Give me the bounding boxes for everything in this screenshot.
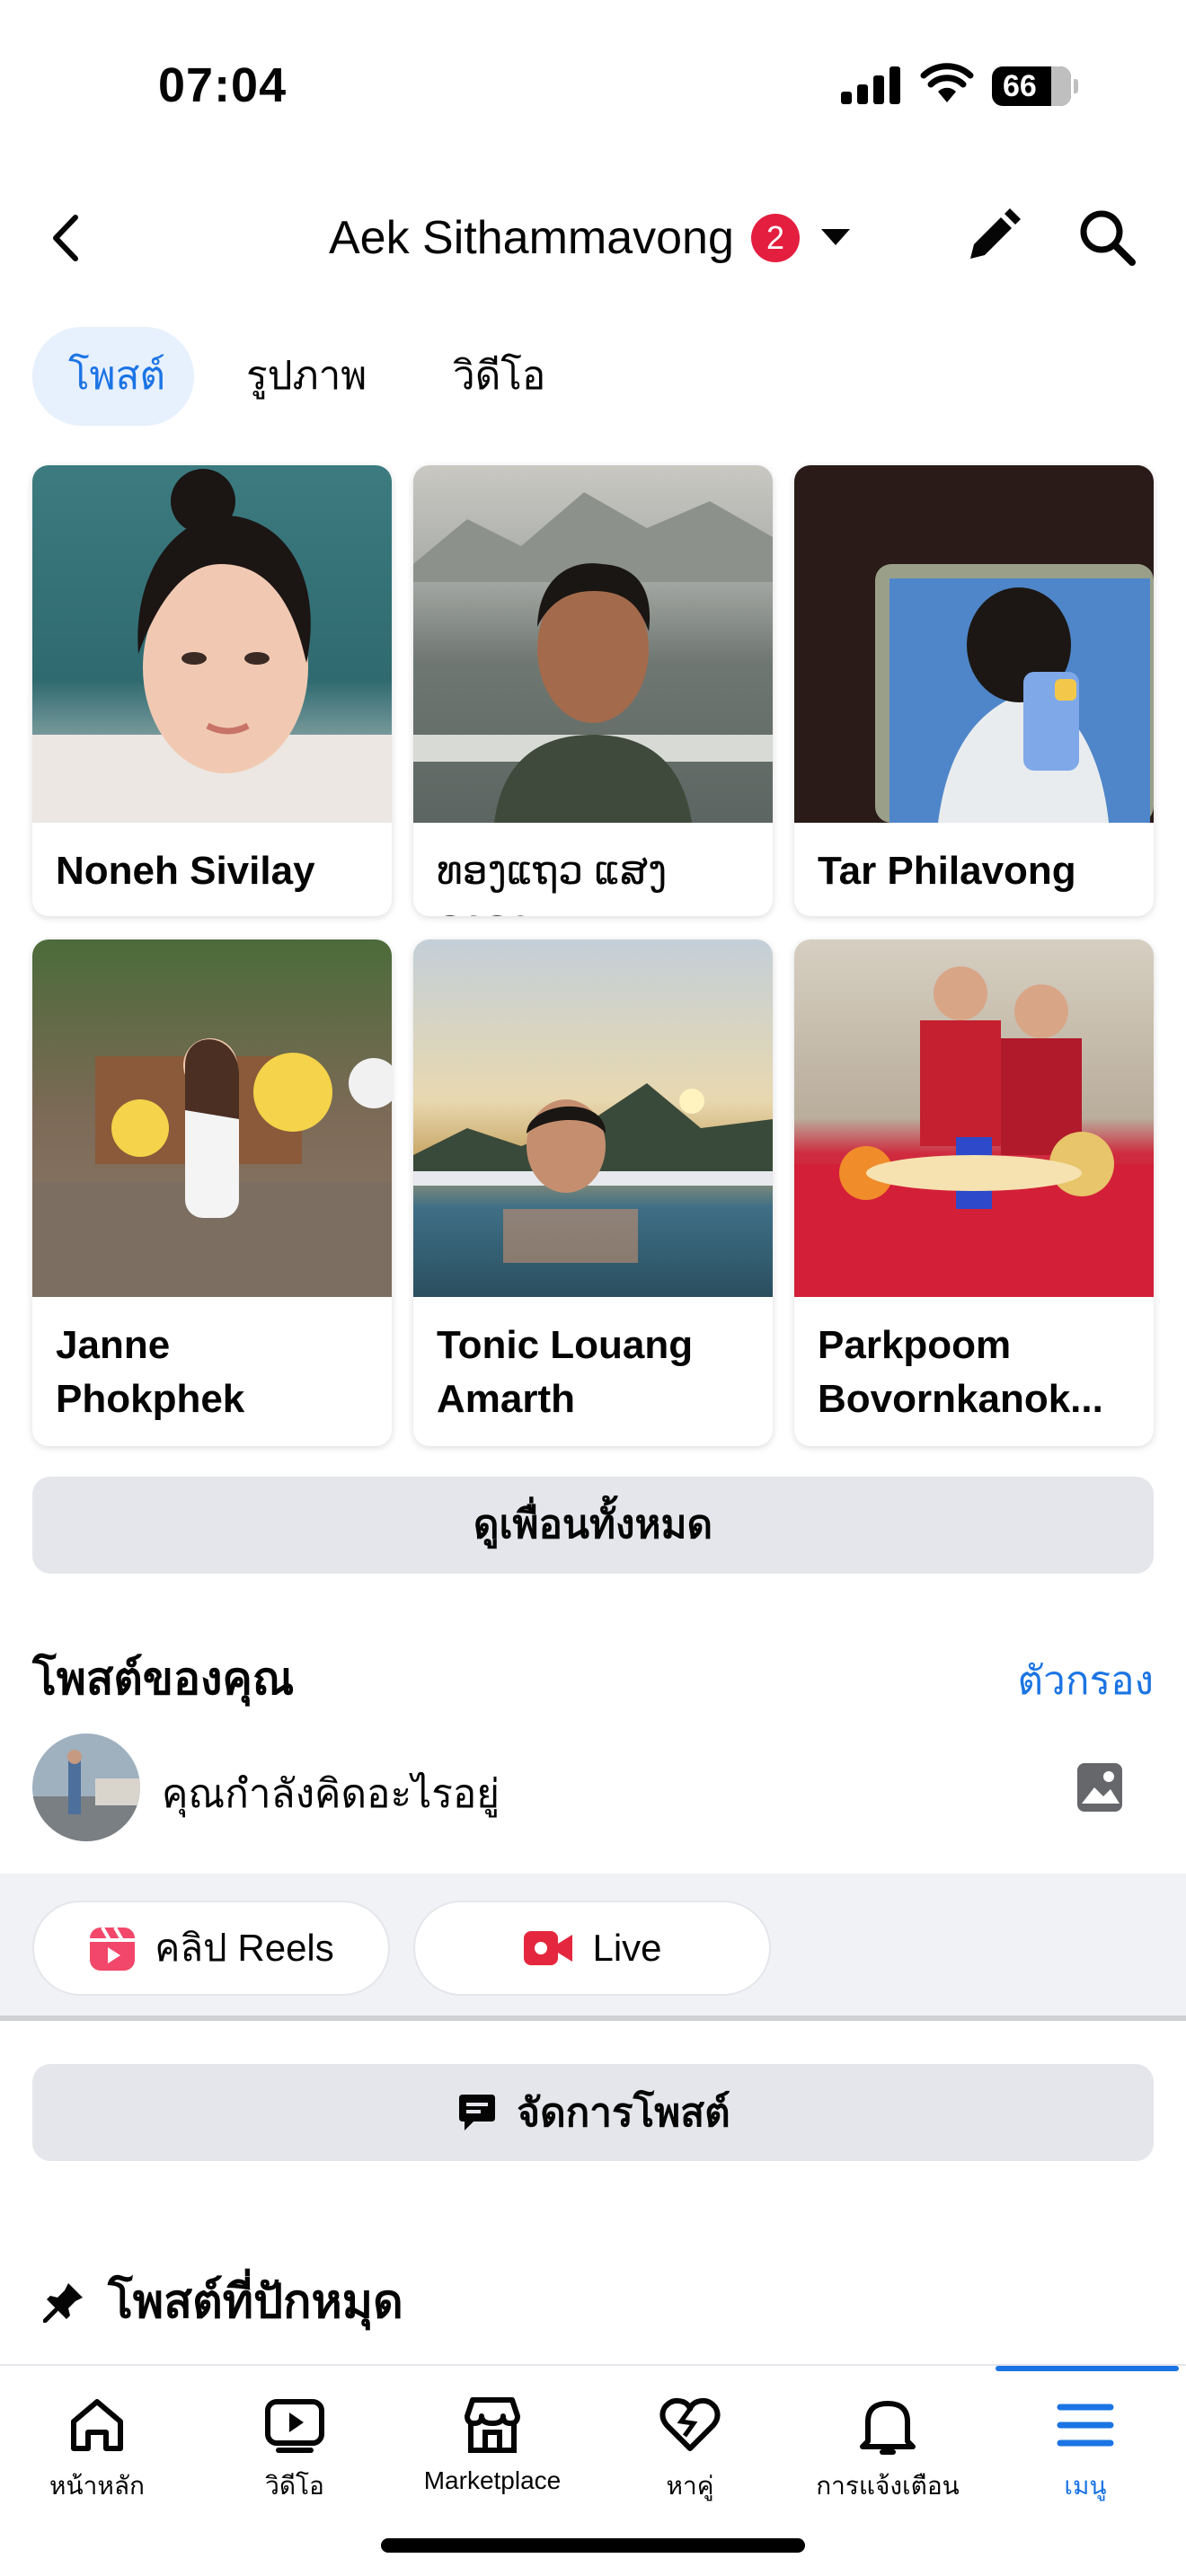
portrait-illustration <box>32 1038 392 1297</box>
nav-video[interactable]: วิดีโอ <box>205 2393 385 2506</box>
active-tab-indicator <box>996 2366 1179 2371</box>
friend-card[interactable]: Janne Phokphek <box>32 940 392 1446</box>
friend-photo <box>413 465 773 823</box>
reels-icon <box>90 1927 136 1971</box>
your-posts-heading: โพสต์ของคุณ <box>32 1654 295 1704</box>
cellular-signal-icon <box>841 65 900 104</box>
pinned-posts-label: โพสต์ที่ปักหมุด <box>108 2276 403 2328</box>
nav-label: Marketplace <box>423 2466 562 2494</box>
nav-label: หาคู่ <box>666 2472 714 2500</box>
profile-name-title[interactable]: Aek Sithammavong <box>329 207 734 269</box>
pencil-icon[interactable] <box>960 205 1024 269</box>
chat-bubble-icon <box>459 2095 496 2130</box>
portrait-illustration <box>794 966 1154 1297</box>
friend-name: Parkpoom Bovornkanok... <box>818 1323 1103 1421</box>
friend-card[interactable]: Tonic Louang Amarth <box>413 940 773 1446</box>
home-indicator[interactable] <box>381 2538 805 2553</box>
friend-photo <box>794 465 1154 823</box>
avatar[interactable] <box>32 1734 140 1841</box>
friend-card[interactable]: ທອງແຖວ ແສງດາລາ <box>413 465 773 916</box>
post-composer-input[interactable]: คุณกำลังคิดอะไรอยู่ <box>162 1762 500 1825</box>
profile-header: Aek Sithammavong 2 <box>0 180 1186 296</box>
dating-icon <box>659 2397 721 2451</box>
reels-label: คลิป Reels <box>155 1927 334 1969</box>
nav-marketplace[interactable]: Marketplace <box>403 2393 582 2495</box>
manage-posts-button[interactable]: จัดการโพสต์ <box>32 2064 1154 2161</box>
menu-icon <box>1057 2404 1114 2447</box>
pinned-posts-heading: โพสต์ที่ปักหมุด <box>43 2263 403 2338</box>
friend-name: Tonic Louang Amarth <box>437 1323 694 1421</box>
nav-menu[interactable]: เมนู <box>996 2393 1175 2506</box>
nav-dating[interactable]: หาคู่ <box>600 2393 780 2506</box>
nav-label: วิดีโอ <box>265 2472 324 2500</box>
nav-label: เมนู <box>1064 2472 1107 2500</box>
friend-photo <box>32 465 392 823</box>
marketplace-icon <box>465 2397 520 2453</box>
friend-name: Noneh Sivilay <box>56 849 315 893</box>
portrait-illustration <box>413 1083 773 1263</box>
search-icon[interactable] <box>1075 205 1139 269</box>
portrait-illustration <box>413 492 773 823</box>
battery-level: 66 <box>1003 69 1037 103</box>
nav-label: การแจ้งเตือน <box>816 2472 960 2500</box>
status-time: 07:04 <box>158 58 288 112</box>
filter-link[interactable]: ตัวกรอง <box>1018 1649 1154 1712</box>
status-bar: 07:04 66 <box>0 0 1186 171</box>
friend-card[interactable]: Tar Philavong <box>794 465 1154 916</box>
notification-badge: 2 <box>751 214 800 262</box>
live-label: Live <box>592 1927 662 1969</box>
nav-home[interactable]: หน้าหลัก <box>7 2393 187 2506</box>
nav-label: หน้าหลัก <box>49 2472 145 2500</box>
nav-notifications[interactable]: การแจ้งเตือน <box>798 2393 978 2506</box>
battery-indicator: 66 <box>992 66 1078 106</box>
friend-photo <box>32 940 392 1297</box>
home-icon <box>71 2399 123 2451</box>
avatar-photo <box>32 1734 140 1841</box>
chevron-down-icon[interactable] <box>821 229 850 245</box>
friend-photo <box>413 940 773 1297</box>
see-all-friends-button[interactable]: ดูเพื่อนทั้งหมด <box>32 1477 1154 1574</box>
live-button[interactable]: Live <box>413 1901 771 1996</box>
live-video-icon <box>524 1931 573 1965</box>
reels-button[interactable]: คลิป Reels <box>32 1901 390 1996</box>
friend-card[interactable]: Noneh Sivilay <box>32 465 392 916</box>
portrait-illustration <box>875 564 1154 823</box>
friend-card[interactable]: Parkpoom Bovornkanok... <box>794 940 1154 1446</box>
post-type-actions: คลิป Reels Live <box>0 1874 1186 2021</box>
tab-posts[interactable]: โพสต์ <box>32 327 194 426</box>
portrait-illustration <box>32 469 392 823</box>
back-arrow-icon[interactable] <box>36 207 99 269</box>
photo-icon[interactable] <box>1075 1760 1125 1814</box>
friend-photo <box>794 940 1154 1297</box>
friend-name: Janne Phokphek <box>56 1323 245 1421</box>
video-icon <box>265 2399 324 2453</box>
friend-name: ທອງແຖວ ແສງດາລາ <box>437 849 668 916</box>
tab-videos[interactable]: วิดีโอ <box>453 327 545 426</box>
friend-name: Tar Philavong <box>818 849 1076 893</box>
wifi-icon <box>920 63 974 102</box>
pin-icon <box>43 2282 83 2323</box>
bell-icon <box>860 2401 916 2455</box>
tab-photos[interactable]: รูปภาพ <box>246 327 367 426</box>
manage-posts-label: จัดการโพสต์ <box>517 2091 730 2135</box>
